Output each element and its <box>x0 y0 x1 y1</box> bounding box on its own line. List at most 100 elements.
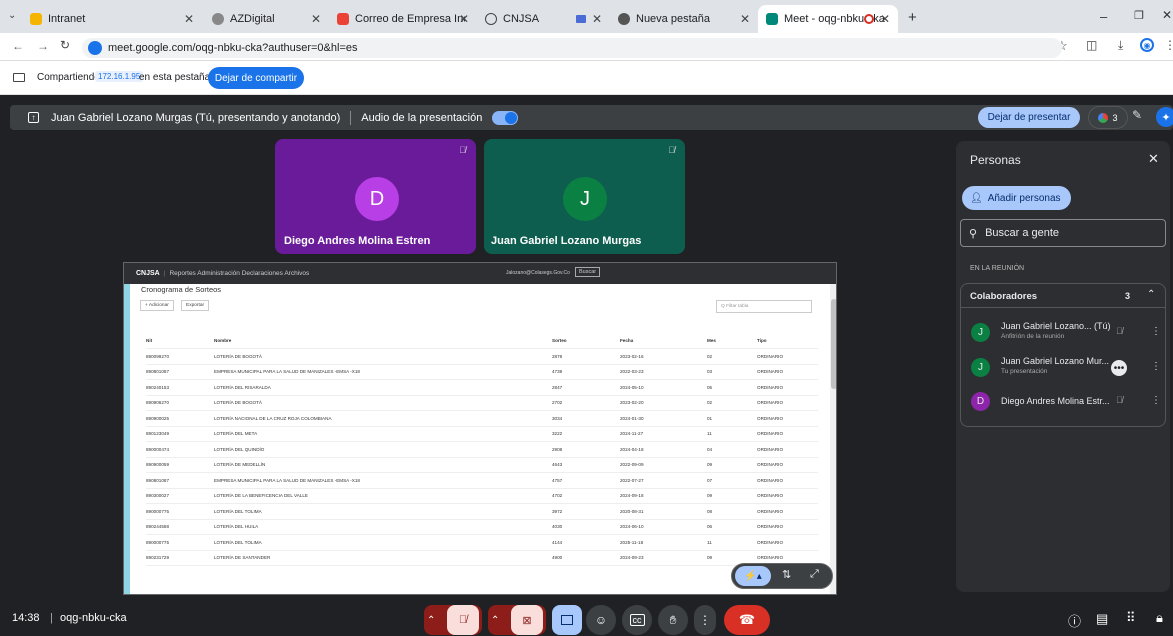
table-cell: 2024-11-27 <box>620 426 707 442</box>
table-cell: 2023-02-16 <box>620 348 707 365</box>
present-screen-icon <box>561 615 573 625</box>
fullscreen-icon[interactable]: ⤢ <box>810 568 819 581</box>
hang-up-icon: ☎︎ <box>738 612 756 627</box>
camera-off-icon[interactable]: ⊠ <box>511 605 543 635</box>
profile-icon[interactable]: ◉ <box>1140 38 1154 52</box>
more-options-icon[interactable]: ⋮ <box>1151 395 1161 406</box>
participant-tile[interactable]: 🎙̸ D Diego Andres Molina Estren <box>275 139 476 254</box>
tab-label: CNJSA <box>503 13 540 25</box>
reload-icon[interactable]: ↻ <box>60 38 70 52</box>
table-cell: ORDINARIO <box>757 519 818 535</box>
table-cell: LOTERÍA DE BOGOTÁ <box>214 395 552 411</box>
divider <box>350 110 352 125</box>
present-button[interactable] <box>552 605 582 635</box>
table-cell: 2022-03-23 <box>620 364 707 380</box>
activities-icon[interactable]: ⠿ <box>1126 610 1136 626</box>
captions-button[interactable]: cc <box>622 605 652 635</box>
present-icon: ↑ <box>28 112 39 123</box>
close-tab-icon[interactable]: ✕ <box>880 12 890 26</box>
column-header: Nombre <box>214 333 552 349</box>
chevron-up-icon[interactable]: ⌃ <box>427 615 447 626</box>
group-count: 3 <box>1125 291 1131 301</box>
minimize-icon[interactable]: – <box>1100 9 1107 24</box>
stop-presenting-button[interactable]: Dejar de presentar <box>978 107 1080 128</box>
leave-call-button[interactable]: ☎︎ <box>724 605 770 635</box>
tab-correo[interactable]: Correo de Empresa Industrial y ✕ <box>329 5 477 33</box>
tab-intranet[interactable]: Intranet ✕ <box>22 5 202 33</box>
tab-label: Intranet <box>48 13 86 25</box>
extensions-icon[interactable]: ◫ <box>1086 38 1097 52</box>
table-cell: ORDINARIO <box>757 441 818 458</box>
audio-toggle[interactable] <box>492 110 519 125</box>
table-cell: 09 <box>707 457 757 473</box>
gemini-icon[interactable]: ✦ <box>1156 107 1173 127</box>
chat-icon[interactable]: ▤ <box>1096 611 1108 627</box>
cnjsa-search-button: Buscar <box>575 267 601 277</box>
forward-icon[interactable]: → <box>37 39 49 53</box>
cnjsa-brand: CNJSA <box>136 270 160 277</box>
table-cell: 890000474 <box>146 441 214 458</box>
table-cell: 890000775 <box>146 503 214 520</box>
table-cell: 4739 <box>552 364 620 380</box>
stop-sharing-button[interactable]: Dejar de compartir <box>208 67 304 89</box>
host-controls-icon[interactable]: 🔒︎ <box>1156 610 1163 626</box>
move-icon[interactable]: ⇅ <box>782 568 791 581</box>
url-text: meet.google.com/oqg-nbku-cka?authuser=0&… <box>108 42 358 54</box>
download-icon[interactable]: ⤓ <box>1118 38 1123 53</box>
tab-cnjsa[interactable]: CNJSA ✕ <box>477 5 610 33</box>
table-cell: 2878 <box>552 348 620 365</box>
tab-list-icon[interactable]: ⌄ <box>8 10 16 21</box>
table-cell: 02 <box>707 395 757 411</box>
tab-azdigital[interactable]: AZDigital ✕ <box>204 5 329 33</box>
person-row[interactable]: J Juan Gabriel Lozano Mur... Tu presenta… <box>961 355 1165 385</box>
more-actions-icon[interactable]: ••• <box>1111 360 1127 376</box>
camera-control[interactable]: ⌃ ⊠ <box>488 605 546 635</box>
info-icon[interactable]: ⓘ <box>1068 611 1081 630</box>
restore-icon[interactable]: ❐ <box>1134 9 1144 22</box>
close-panel-icon[interactable]: ✕ <box>1148 151 1159 167</box>
table-row: 890906270 LOTERÍA DE BOGOTÁ 2702 2023-02-20… <box>146 395 818 411</box>
table-cell: 2024-04-18 <box>620 441 707 458</box>
muted-mic-icon: 🎙̸ <box>1116 395 1123 405</box>
table-cell: 2022-07-27 <box>620 472 707 489</box>
site-info-icon[interactable] <box>88 41 102 55</box>
table-row: 890000775 LOTERÍA DEL TOLIMA 3972 2020-08-3… <box>146 503 818 520</box>
new-tab-icon[interactable]: + <box>908 9 917 26</box>
person-row[interactable]: D Diego Andres Molina Estr... 🎙̸ ⋮ <box>961 390 1165 420</box>
table-cell: 890900025 <box>146 410 214 427</box>
tab-meet[interactable]: Meet - oqg-nbku-cka ✕ <box>758 5 898 33</box>
more-options-icon[interactable]: ⋮ <box>1151 326 1161 337</box>
close-tab-icon[interactable]: ✕ <box>184 12 194 26</box>
annotate-icon[interactable]: ✎ <box>1132 108 1142 122</box>
annotation-pen-button[interactable]: ⚡▴ <box>735 566 771 586</box>
tab-nueva[interactable]: Nueva pestaña ✕ <box>610 5 758 33</box>
group-header[interactable]: Colaboradores 3 ⌃ <box>961 284 1165 308</box>
close-tab-icon[interactable]: ✕ <box>740 12 750 26</box>
close-tab-icon[interactable]: ✕ <box>459 12 469 26</box>
close-tab-icon[interactable]: ✕ <box>592 12 602 26</box>
tab-label: Nueva pestaña <box>636 13 710 25</box>
avatar: D <box>971 392 990 411</box>
table-cell: 890300027 <box>146 488 214 504</box>
filter-input: Q Filtar tabla <box>716 300 812 313</box>
url-bar[interactable]: meet.google.com/oqg-nbku-cka?authuser=0&… <box>82 38 1062 58</box>
raise-hand-button[interactable]: ✋︎ <box>658 605 688 635</box>
browser-menu-icon[interactable]: ⋮ <box>1164 38 1173 52</box>
more-options-button[interactable]: ⋮ <box>694 605 716 635</box>
microphone-control[interactable]: ⌃ 🎙̸ <box>424 605 482 635</box>
search-people-input[interactable]: ⚲ Buscar a gente <box>960 219 1166 247</box>
chevron-up-icon[interactable]: ⌃ <box>491 615 511 626</box>
close-window-icon[interactable]: ✕ <box>1162 8 1172 22</box>
more-options-icon[interactable]: ⋮ <box>1151 361 1161 372</box>
person-row[interactable]: J Juan Gabriel Lozano... (Tú) Anfitrión … <box>961 320 1165 350</box>
table-cell: 890900059 <box>146 457 214 473</box>
participants-button[interactable]: 3 <box>1088 106 1128 129</box>
reactions-button[interactable]: ☺ <box>586 605 616 635</box>
collapse-icon[interactable]: ⌃ <box>1147 289 1155 300</box>
add-people-button[interactable]: 👤︎ Añadir personas <box>962 186 1071 210</box>
mic-off-icon[interactable]: 🎙̸ <box>447 605 479 635</box>
close-tab-icon[interactable]: ✕ <box>311 12 321 26</box>
back-icon[interactable]: ← <box>12 39 24 53</box>
participant-tile[interactable]: 🎙̸ J Juan Gabriel Lozano Murgas <box>484 139 685 254</box>
table-cell: 2024-09-23 <box>620 550 707 566</box>
